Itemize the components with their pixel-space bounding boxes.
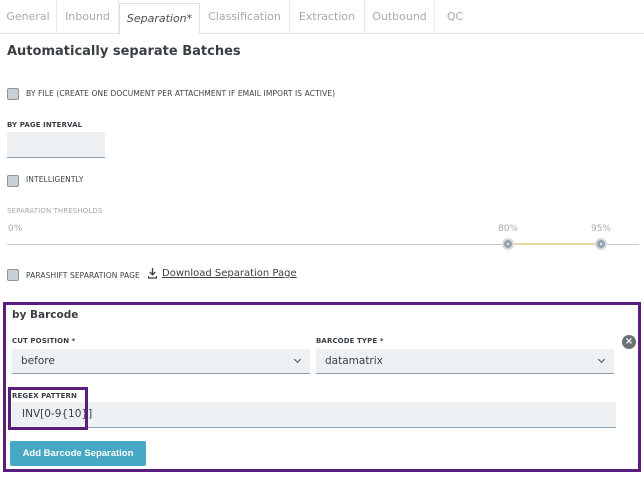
threshold-low-handle[interactable] <box>502 238 514 250</box>
cut-position-select[interactable]: before <box>12 349 310 374</box>
remove-barcode-button[interactable]: × <box>622 335 636 349</box>
parashift-page-checkbox[interactable] <box>7 269 19 281</box>
barcode-type-label: BARCODE TYPE * <box>316 337 384 345</box>
barcode-panel: by Barcode CUT POSITION * before BARCODE… <box>3 302 641 472</box>
threshold-min-label: 0% <box>8 224 23 234</box>
page-interval-label: BY PAGE INTERVAL <box>7 121 83 129</box>
tab-classification[interactable]: Classification <box>200 0 290 34</box>
download-separation-label: Download Separation Page <box>162 268 297 279</box>
intelligently-label: INTELLIGENTLY <box>26 175 84 184</box>
threshold-high-handle[interactable] <box>595 238 607 250</box>
close-icon: × <box>624 336 634 347</box>
tab-outbound[interactable]: Outbound <box>365 0 435 34</box>
tab-bar: General Inbound Separation* Classificati… <box>0 0 644 35</box>
parashift-page-label: PARASHIFT SEPARATION PAGE <box>26 271 140 280</box>
threshold-slider-range <box>508 243 601 245</box>
chevron-down-icon <box>293 355 302 364</box>
cut-position-label: CUT POSITION * <box>12 337 76 345</box>
tab-extraction[interactable]: Extraction <box>290 0 365 34</box>
tab-inbound[interactable]: Inbound <box>57 0 119 34</box>
by-file-label: BY FILE (CREATE ONE DOCUMENT PER ATTACHM… <box>26 89 336 98</box>
intelligently-checkbox[interactable] <box>7 175 19 187</box>
section-title: Automatically separate Batches <box>7 44 241 59</box>
regex-pattern-label: REGEX PATTERN <box>12 392 77 400</box>
threshold-high-label: 95% <box>591 224 612 234</box>
chevron-down-icon <box>597 355 606 364</box>
page-interval-input[interactable] <box>7 132 105 158</box>
barcode-type-select[interactable]: datamatrix <box>316 349 614 374</box>
barcode-panel-title: by Barcode <box>12 309 79 321</box>
regex-pattern-input[interactable]: INV[0-9{10}] <box>12 402 616 428</box>
tab-general[interactable]: General <box>0 0 57 34</box>
barcode-type-value: datamatrix <box>325 355 383 367</box>
thresholds-label: SEPARATION THRESHOLDS <box>7 207 103 215</box>
add-barcode-separation-button[interactable]: Add Barcode Separation <box>10 441 146 466</box>
threshold-low-label: 80% <box>498 224 519 234</box>
tab-qc[interactable]: QC <box>435 0 475 34</box>
download-icon <box>148 268 157 279</box>
download-separation-link[interactable]: Download Separation Page <box>148 268 297 279</box>
by-file-checkbox[interactable] <box>7 88 19 100</box>
tab-separation[interactable]: Separation* <box>119 3 200 35</box>
cut-position-value: before <box>21 355 55 367</box>
